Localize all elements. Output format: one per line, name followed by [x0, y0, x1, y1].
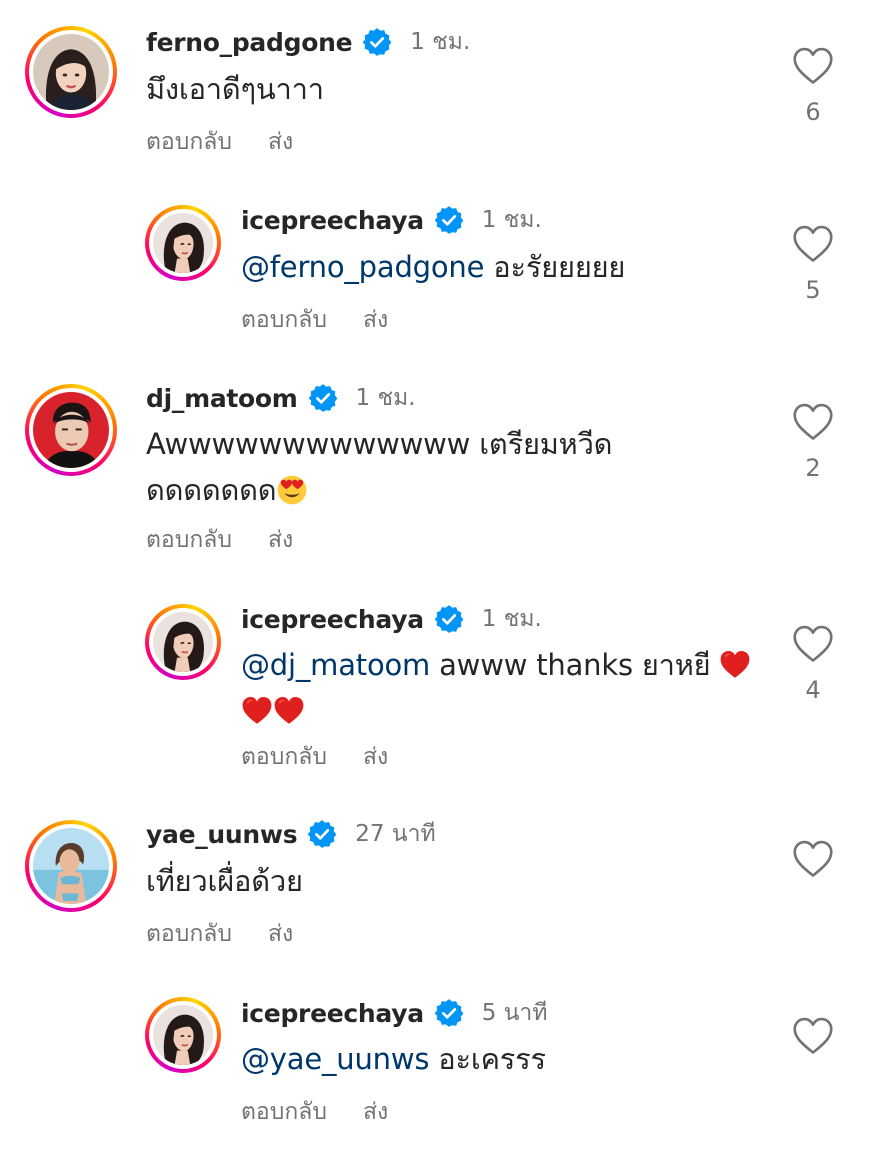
mention-link[interactable]: @yae_uunws: [241, 1042, 429, 1076]
comment-text: @ferno_padgone อะรัยยยยย: [241, 244, 761, 290]
comment-time: 1 ชม.: [410, 29, 471, 55]
comment-time: 1 ชม.: [481, 606, 542, 632]
comment-text-body: awww thanks ยาหยี: [430, 648, 720, 682]
mention-link[interactable]: @ferno_padgone: [241, 250, 484, 284]
avatar[interactable]: [145, 205, 221, 281]
heart-eyes-emoji-icon: [276, 474, 308, 506]
comment-username[interactable]: icepreechaya: [241, 206, 424, 235]
avatar[interactable]: [25, 820, 117, 912]
avatar-woman-profile-icon: [153, 213, 213, 273]
send-button[interactable]: ส่ง: [268, 522, 293, 558]
reply-button[interactable]: ตอบกลับ: [241, 739, 327, 775]
comment-username[interactable]: ferno_padgone: [146, 28, 353, 57]
avatar-woman-profile-icon: [153, 612, 213, 672]
like-count: 2: [805, 454, 821, 482]
comment-text-line: ดดดดดดด: [146, 473, 277, 507]
comment-text: มึงเอาดีๆนาาา: [146, 72, 324, 106]
red-heart-emoji-icon: [273, 695, 305, 727]
verified-badge-icon: [307, 819, 337, 849]
comment-time: 27 นาที: [355, 821, 436, 847]
reply-button[interactable]: ตอบกลับ: [146, 522, 232, 558]
comment-text-body: อะเครรร: [429, 1042, 546, 1076]
avatar-woman-beach-icon: [33, 828, 109, 904]
like-heart-icon[interactable]: [792, 46, 834, 86]
comment-text: @yae_uunws อะเครรร: [241, 1036, 761, 1082]
verified-badge-icon: [434, 205, 464, 235]
avatar[interactable]: [145, 604, 221, 680]
comment-username[interactable]: dj_matoom: [146, 384, 298, 413]
avatar[interactable]: [145, 997, 221, 1073]
send-button[interactable]: ส่ง: [363, 739, 388, 775]
comment-username[interactable]: icepreechaya: [241, 999, 424, 1028]
reply-button[interactable]: ตอบกลับ: [146, 124, 232, 160]
comment-text-line: Awwwwwwwwwwwww เตรียมหวีด: [146, 427, 613, 461]
comment-text: เที่ยวเผื่อด้วย: [146, 864, 303, 898]
comment-time: 1 ชม.: [481, 207, 542, 233]
comment-username[interactable]: icepreechaya: [241, 605, 424, 634]
verified-badge-icon: [308, 383, 338, 413]
avatar-woman-icon: [33, 34, 109, 110]
avatar[interactable]: [25, 26, 117, 118]
avatar[interactable]: [25, 384, 117, 476]
like-heart-icon[interactable]: [792, 839, 834, 879]
like-heart-icon[interactable]: [792, 224, 834, 264]
verified-badge-icon: [434, 998, 464, 1028]
like-heart-icon[interactable]: [792, 402, 834, 442]
comment-username[interactable]: yae_uunws: [146, 820, 298, 849]
comment-text: @dj_matoom awww thanks ยาหยี: [241, 642, 771, 734]
send-button[interactable]: ส่ง: [363, 1094, 388, 1130]
reply-button[interactable]: ตอบกลับ: [241, 1094, 327, 1130]
like-heart-icon[interactable]: [792, 1016, 834, 1056]
verified-badge-icon: [362, 27, 392, 57]
mention-link[interactable]: @dj_matoom: [241, 648, 430, 682]
reply-button[interactable]: ตอบกลับ: [241, 302, 327, 338]
red-heart-emoji-icon: [241, 695, 273, 727]
avatar-man-icon: [33, 392, 109, 468]
send-button[interactable]: ส่ง: [363, 302, 388, 338]
like-heart-icon[interactable]: [792, 624, 834, 664]
send-button[interactable]: ส่ง: [268, 124, 293, 160]
like-count: 5: [805, 276, 821, 304]
reply-button[interactable]: ตอบกลับ: [146, 916, 232, 952]
comment-text-body: อะรัยยยยย: [484, 250, 626, 284]
comment-time: 1 ชม.: [355, 385, 416, 411]
like-count: 6: [805, 98, 821, 126]
like-count: 4: [805, 676, 821, 704]
red-heart-emoji-icon: [719, 649, 751, 681]
avatar-woman-profile-icon: [153, 1005, 213, 1065]
send-button[interactable]: ส่ง: [268, 916, 293, 952]
verified-badge-icon: [434, 604, 464, 634]
comment-text: Awwwwwwwwwwwww เตรียมหวีด ดดดดดดด: [146, 421, 786, 513]
comment-time: 5 นาที: [481, 1000, 548, 1026]
